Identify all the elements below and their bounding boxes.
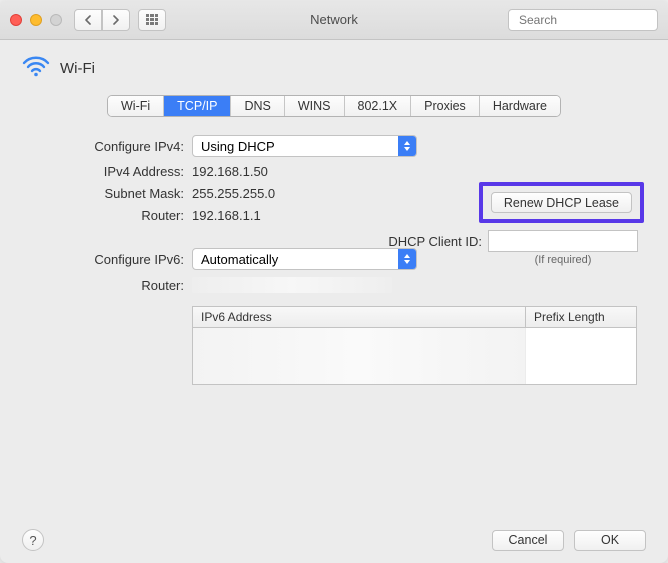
renew-highlight: Renew DHCP Lease: [479, 182, 644, 223]
ipv6-prefix-cell: [526, 328, 636, 384]
wifi-icon: [22, 54, 50, 83]
forward-button[interactable]: [102, 9, 130, 31]
configure-ipv6-label: Configure IPv6:: [22, 252, 192, 267]
tab-wins[interactable]: WINS: [285, 96, 345, 116]
tab-wifi[interactable]: Wi-Fi: [108, 96, 164, 116]
renew-dhcp-lease-button[interactable]: Renew DHCP Lease: [491, 192, 632, 213]
zoom-window-button: [50, 14, 62, 26]
pane-header: Wi-Fi: [22, 54, 646, 83]
window-title: Network: [310, 12, 358, 27]
tab-tcpip[interactable]: TCP/IP: [164, 96, 231, 116]
cancel-button[interactable]: Cancel: [492, 530, 564, 551]
configure-ipv4-select[interactable]: Using DHCP: [192, 135, 417, 157]
tab-dns[interactable]: DNS: [231, 96, 284, 116]
close-window-button[interactable]: [10, 14, 22, 26]
minimize-window-button[interactable]: [30, 14, 42, 26]
configure-ipv6-value: Automatically: [201, 252, 278, 267]
ipv6-router-label: Router:: [22, 278, 192, 293]
configure-ipv4-label: Configure IPv4:: [22, 139, 192, 154]
ipv4-address-label: IPv4 Address:: [22, 164, 192, 179]
ipv6-address-cell-redacted: [193, 328, 526, 384]
tab-8021x[interactable]: 802.1X: [345, 96, 412, 116]
if-required-hint: (If required): [488, 254, 638, 266]
configure-ipv6-select[interactable]: Automatically: [192, 248, 417, 270]
window-controls: [10, 14, 62, 26]
chevron-updown-icon: [398, 136, 416, 156]
ipv6-col-prefix[interactable]: Prefix Length: [526, 307, 636, 327]
tab-hardware[interactable]: Hardware: [480, 96, 560, 116]
ipv6-table-body: [193, 328, 636, 384]
titlebar: Network: [0, 0, 668, 40]
show-all-button[interactable]: [138, 9, 166, 31]
ipv6-table: IPv6 Address Prefix Length: [192, 306, 637, 385]
back-button[interactable]: [74, 9, 102, 31]
search-input[interactable]: [519, 13, 668, 27]
tab-bar: Wi-Fi TCP/IP DNS WINS 802.1X Proxies Har…: [107, 95, 561, 117]
ipv4-address-value: 192.168.1.50: [192, 164, 268, 179]
ipv6-router-value-redacted: [192, 277, 392, 293]
subnet-mask-value: 255.255.255.0: [192, 186, 275, 201]
subnet-mask-label: Subnet Mask:: [22, 186, 192, 201]
ok-button[interactable]: OK: [574, 530, 646, 551]
nav-group: [74, 9, 130, 31]
ipv4-router-label: Router:: [22, 208, 192, 223]
grid-icon: [146, 14, 158, 26]
pane-title: Wi-Fi: [60, 60, 95, 77]
dhcp-client-id-input[interactable]: [488, 230, 638, 252]
search-field[interactable]: [508, 9, 658, 31]
help-button[interactable]: ?: [22, 529, 44, 551]
dhcp-client-id-label: DHCP Client ID:: [388, 234, 482, 249]
ipv4-router-value: 192.168.1.1: [192, 208, 261, 223]
configure-ipv4-value: Using DHCP: [201, 139, 275, 154]
ipv6-col-address[interactable]: IPv6 Address: [193, 307, 526, 327]
tab-proxies[interactable]: Proxies: [411, 96, 480, 116]
